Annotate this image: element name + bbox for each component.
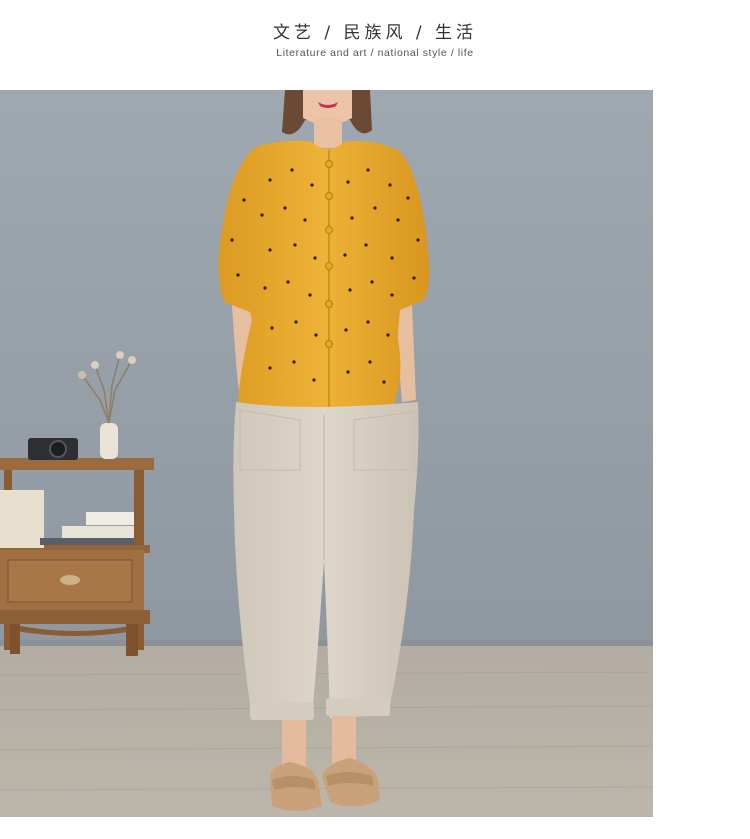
wooden-floor: [0, 646, 653, 817]
product-photo-illustration: [0, 90, 653, 817]
yellow-polka-dot-blouse: [218, 140, 430, 413]
header-title-english: Literature and art / national style / li…: [276, 47, 474, 59]
page-header: 文艺 / 民族风 / 生活 Literature and art / natio…: [0, 0, 750, 90]
header-title-chinese: 文艺 / 民族风 / 生活: [272, 23, 478, 43]
right-cuff: [326, 698, 390, 716]
camera: [28, 438, 78, 460]
left-cuff: [250, 702, 314, 720]
product-photo: [0, 90, 653, 817]
